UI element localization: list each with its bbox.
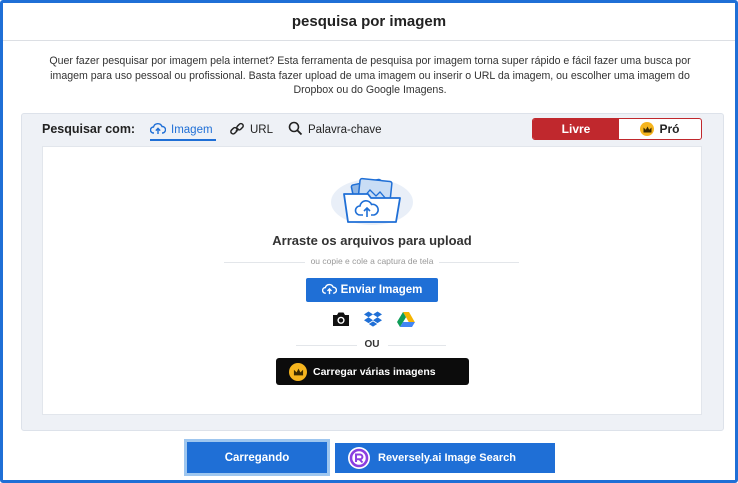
tab-palavra-chave-label: Palavra-chave	[308, 124, 382, 136]
link-icon	[229, 122, 245, 139]
reversely-search-button[interactable]: Reversely.ai Image Search	[335, 443, 555, 473]
plan-free-button[interactable]: Livre	[533, 119, 619, 139]
active-tab-indicator	[150, 139, 216, 141]
google-drive-icon[interactable]	[396, 310, 416, 328]
tab-palavra-chave[interactable]: Palavra-chave	[288, 119, 382, 141]
plan-pro-button[interactable]: Pró	[619, 119, 701, 139]
drag-files-title: Arraste os arquivos para upload	[272, 233, 472, 248]
plan-pro-label: Pró	[659, 122, 680, 136]
or-separator: OU	[42, 339, 702, 350]
search-with-label: Pesquisar com:	[42, 122, 136, 136]
upload-multiple-label: Carregar várias imagens	[313, 365, 436, 378]
dropbox-icon[interactable]	[363, 310, 383, 328]
upload-multiple-button[interactable]: Carregar várias imagens	[276, 358, 469, 385]
intro-text: Quer fazer pesquisar por imagem pela int…	[49, 55, 691, 96]
tab-url-label: URL	[250, 124, 274, 136]
paste-hint-text: ou copie e cole a captura de tela	[304, 256, 440, 266]
upload-image-button[interactable]: Enviar Imagem	[306, 278, 438, 302]
plan-free-label: Livre	[561, 122, 591, 136]
camera-icon[interactable]	[331, 310, 351, 328]
page-title: pesquisa por imagem	[3, 3, 735, 41]
cloud-upload-icon	[149, 122, 167, 138]
search-icon	[288, 121, 303, 139]
cloud-upload-icon	[321, 283, 337, 298]
or-label: OU	[356, 339, 388, 350]
paste-hint: ou copie e cole a captura de tela	[42, 256, 702, 266]
crown-icon	[289, 362, 307, 381]
crown-icon	[640, 122, 655, 136]
reversely-label: Reversely.ai Image Search	[378, 452, 516, 464]
folder-upload-icon	[330, 176, 414, 226]
reversely-logo-icon	[348, 447, 370, 469]
loading-label: Carregando	[224, 451, 290, 464]
loading-button[interactable]: Carregando	[184, 439, 330, 476]
tab-imagem-label: Imagem	[171, 124, 213, 136]
tab-url[interactable]: URL	[229, 119, 273, 141]
upload-image-label: Enviar Imagem	[340, 284, 423, 296]
plan-switch: Livre Pró	[532, 118, 702, 140]
tab-imagem[interactable]: Imagem	[149, 119, 213, 141]
